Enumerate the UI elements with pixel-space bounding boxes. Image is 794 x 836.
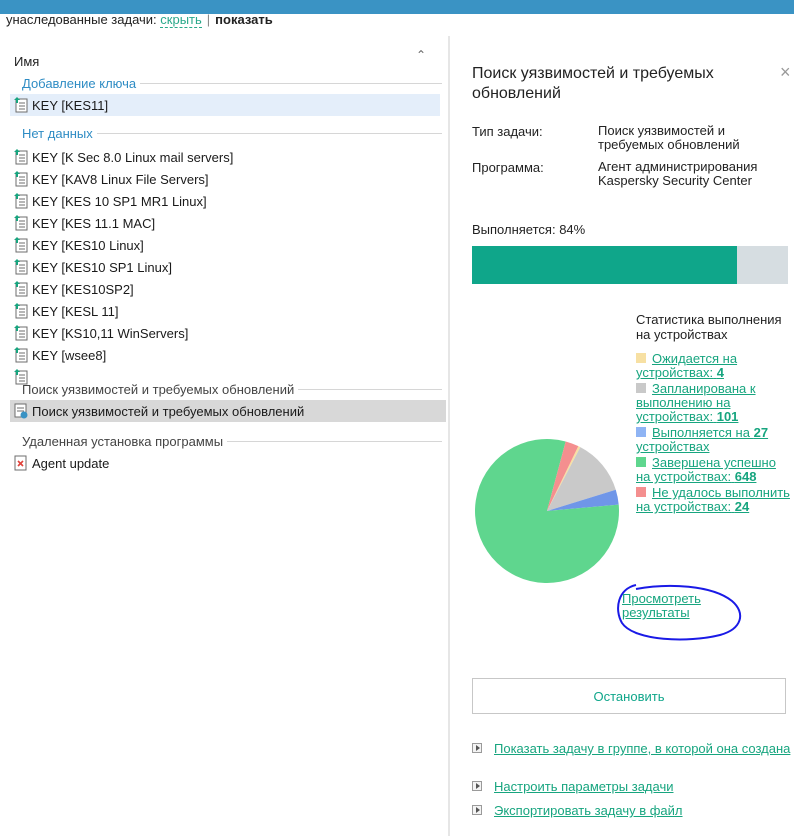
task-row[interactable]: KEY [KES10SP2] <box>10 278 440 300</box>
action-show-in-group[interactable]: Показать задачу в группе, в которой она … <box>472 742 792 756</box>
key-task-icon <box>14 215 28 231</box>
task-type-label: Тип задачи: <box>472 124 543 139</box>
task-row[interactable]: KEY [KES10 SP1 Linux] <box>10 256 440 278</box>
group-header: Нет данных <box>22 124 442 142</box>
close-icon[interactable]: × <box>780 62 791 83</box>
key-task-icon <box>14 303 28 319</box>
inherited-tasks-toggle: унаследованные задачи: скрыть | показать <box>6 12 273 28</box>
show-inherited-link[interactable]: показать <box>215 12 273 27</box>
group-title: Поиск уязвимостей и требуемых обновлений <box>22 381 295 397</box>
task-label: KEY [wsee8] <box>32 347 107 363</box>
task-label: KEY [KES 10 SP1 MR1 Linux] <box>32 193 207 209</box>
key-task-icon <box>14 325 28 341</box>
task-label: KEY [KES10 SP1 Linux] <box>32 259 172 275</box>
task-row[interactable]: Поиск уязвимостей и требуемых обновлений <box>10 400 446 422</box>
task-label: KEY [KES 11.1 MAC] <box>32 215 156 231</box>
failed-task-icon <box>14 455 28 471</box>
task-row[interactable]: Agent update <box>10 452 440 474</box>
stat-count: 24 <box>734 499 750 514</box>
task-row[interactable]: KEY [KES10 Linux] <box>10 234 440 256</box>
task-row[interactable]: KEY [KES 11.1 MAC] <box>10 212 440 234</box>
stat-suffix: устройствах <box>636 439 710 454</box>
stat-count: 27 <box>753 425 769 440</box>
action-label: Показать задачу в группе, в которой она … <box>494 741 791 756</box>
inherited-label: унаследованные задачи: <box>6 12 157 27</box>
stat-label: Не удалось выполнить на устройствах: <box>636 485 790 514</box>
progress-bar-fill <box>472 246 738 284</box>
group-header: Добавление ключа <box>22 74 442 92</box>
progress-caption: Выполняется: <box>472 222 556 237</box>
key-task-icon <box>14 193 28 209</box>
stat-failed[interactable]: Не удалось выполнить на устройствах: 24 <box>636 486 792 514</box>
key-task-icon <box>14 281 28 297</box>
group-title: Удаленная установка программы <box>22 433 224 449</box>
stat-count: 101 <box>716 409 739 424</box>
program-label: Программа: <box>472 160 544 175</box>
key-task-icon <box>14 259 28 275</box>
task-details-panel: Поиск уязвимостей и требуемых обновлений… <box>450 36 794 836</box>
stat-count: 648 <box>734 469 757 484</box>
key-task-icon <box>14 237 28 253</box>
task-list: Имя ⌃ Добавление ключа KEY [KES11] Нет д… <box>0 36 448 836</box>
task-row[interactable]: KEY [wsee8] <box>10 344 440 366</box>
stat-label: Выполняется на <box>652 425 750 440</box>
task-row[interactable]: KEY [KS10,11 WinServers] <box>10 322 440 344</box>
status-pie-chart <box>475 439 619 583</box>
task-row[interactable]: KEY [K Sec 8.0 Linux mail servers] <box>10 146 440 168</box>
progress-percent: 84% <box>559 222 586 237</box>
column-header-name[interactable]: Имя <box>14 54 39 69</box>
play-icon <box>472 743 482 753</box>
action-export-task[interactable]: Экспортировать задачу в файл <box>472 804 792 818</box>
action-label: Настроить параметры задачи <box>494 779 674 794</box>
legend-swatch <box>636 457 646 467</box>
action-label: Экспортировать задачу в файл <box>494 803 683 818</box>
legend-swatch <box>636 353 646 363</box>
key-task-icon <box>14 171 28 187</box>
task-label: KEY [KES11] <box>32 97 109 113</box>
task-row[interactable]: KEY [KESL 11] <box>10 300 440 322</box>
task-label: Agent update <box>32 455 110 471</box>
legend-swatch <box>636 487 646 497</box>
legend-swatch <box>636 383 646 393</box>
task-label: KEY [KAV8 Linux File Servers] <box>32 171 209 187</box>
stat-succeeded[interactable]: Завершена успешно на устройствах: 648 <box>636 456 792 484</box>
execution-statistics: Статистика выполнения на устройствах Ожи… <box>636 312 792 516</box>
legend-swatch <box>636 427 646 437</box>
stat-scheduled[interactable]: Запланирована к выполнению на устройства… <box>636 382 792 424</box>
program-value: Агент администрирования Kaspersky Securi… <box>598 159 758 188</box>
group-header: Удаленная установка программы <box>22 432 442 450</box>
separator: | <box>206 12 211 27</box>
task-label: KEY [K Sec 8.0 Linux mail servers] <box>32 149 234 165</box>
view-results-link[interactable]: Просмотреть результаты <box>622 592 742 620</box>
task-row[interactable]: KEY [KES11] <box>10 94 440 116</box>
group-title: Добавление ключа <box>22 75 137 91</box>
sort-chevron-up-icon[interactable]: ⌃ <box>416 48 426 62</box>
progress-bar <box>472 246 788 284</box>
task-type-value: Поиск уязвимостей и требуемых обновлений <box>598 123 740 152</box>
panel-title: Поиск уязвимостей и требуемых обновлений <box>472 65 714 102</box>
key-task-icon <box>14 149 28 165</box>
action-configure-task[interactable]: Настроить параметры задачи <box>472 780 792 794</box>
play-icon <box>472 805 482 815</box>
progress-label: Выполняется: 84% <box>472 222 585 237</box>
key-task-icon <box>14 347 28 363</box>
hide-inherited-link[interactable]: скрыть <box>160 12 202 28</box>
task-row[interactable]: KEY [KAV8 Linux File Servers] <box>10 168 440 190</box>
task-row[interactable]: KEY [KES 10 SP1 MR1 Linux] <box>10 190 440 212</box>
task-label: KEY [KESL 11] <box>32 303 119 319</box>
stat-pending[interactable]: Ожидается на устройствах: 4 <box>636 352 792 380</box>
stats-title: Статистика выполнения на устройствах <box>636 312 782 342</box>
task-label: KEY [KS10,11 WinServers] <box>32 325 189 341</box>
play-icon <box>472 781 482 791</box>
task-label: Поиск уязвимостей и требуемых обновлений <box>32 403 305 419</box>
task-label: KEY [KES10SP2] <box>32 281 134 297</box>
stop-button[interactable]: Остановить <box>472 678 786 714</box>
stat-running[interactable]: Выполняется на 27 устройствах <box>636 426 792 454</box>
group-header: Поиск уязвимостей и требуемых обновлений <box>22 380 442 398</box>
vulnerability-scan-icon <box>14 403 28 419</box>
group-title: Нет данных <box>22 125 93 141</box>
key-task-icon <box>14 97 28 113</box>
stat-count: 4 <box>716 365 724 380</box>
task-label: KEY [KES10 Linux] <box>32 237 144 253</box>
